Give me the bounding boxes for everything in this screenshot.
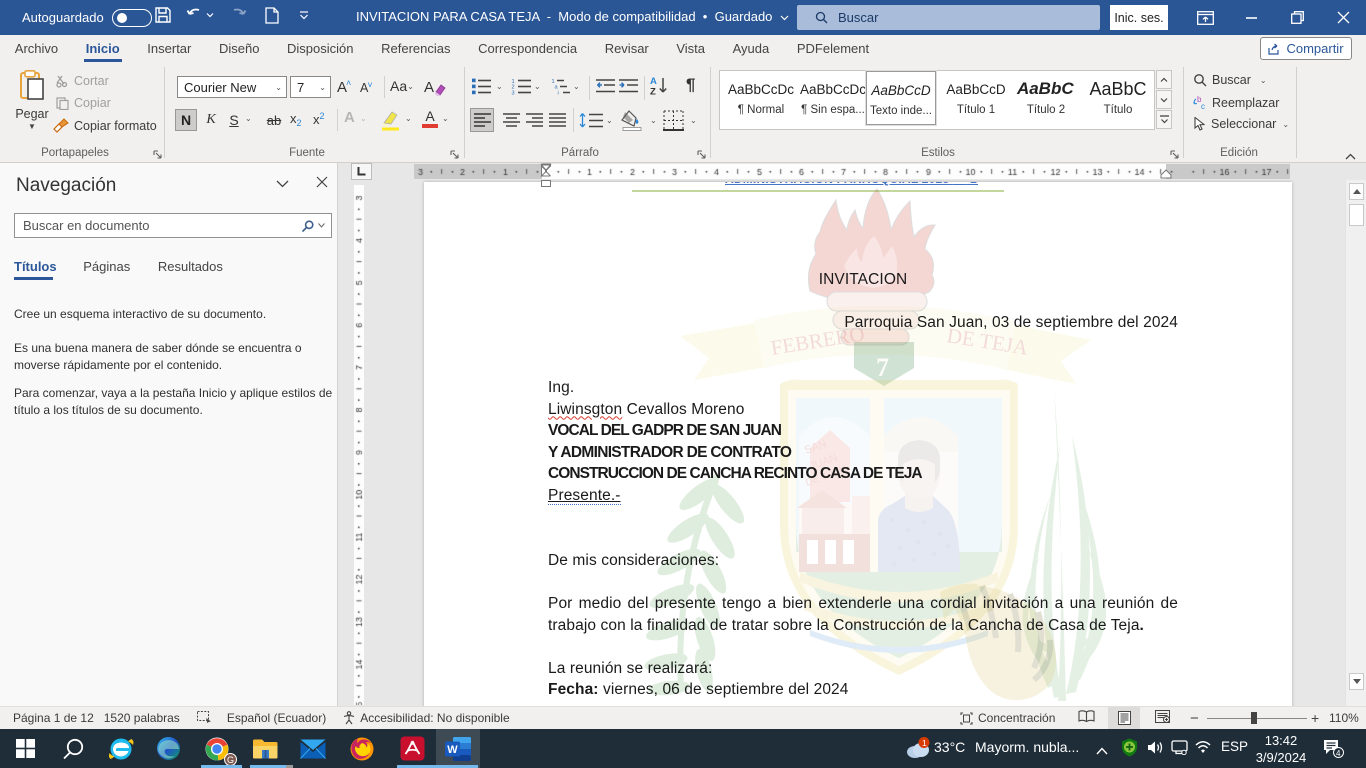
svg-text:Z: Z: [650, 87, 656, 97]
svg-text:A: A: [650, 76, 657, 87]
svg-text:W: W: [447, 744, 458, 756]
svg-text:1: 1: [922, 738, 927, 748]
svg-text:c: c: [1201, 102, 1205, 110]
svg-text:4: 4: [1336, 749, 1341, 758]
svg-text:i: i: [558, 91, 559, 96]
svg-text:A: A: [424, 79, 434, 96]
svg-text:3: 3: [512, 91, 515, 96]
